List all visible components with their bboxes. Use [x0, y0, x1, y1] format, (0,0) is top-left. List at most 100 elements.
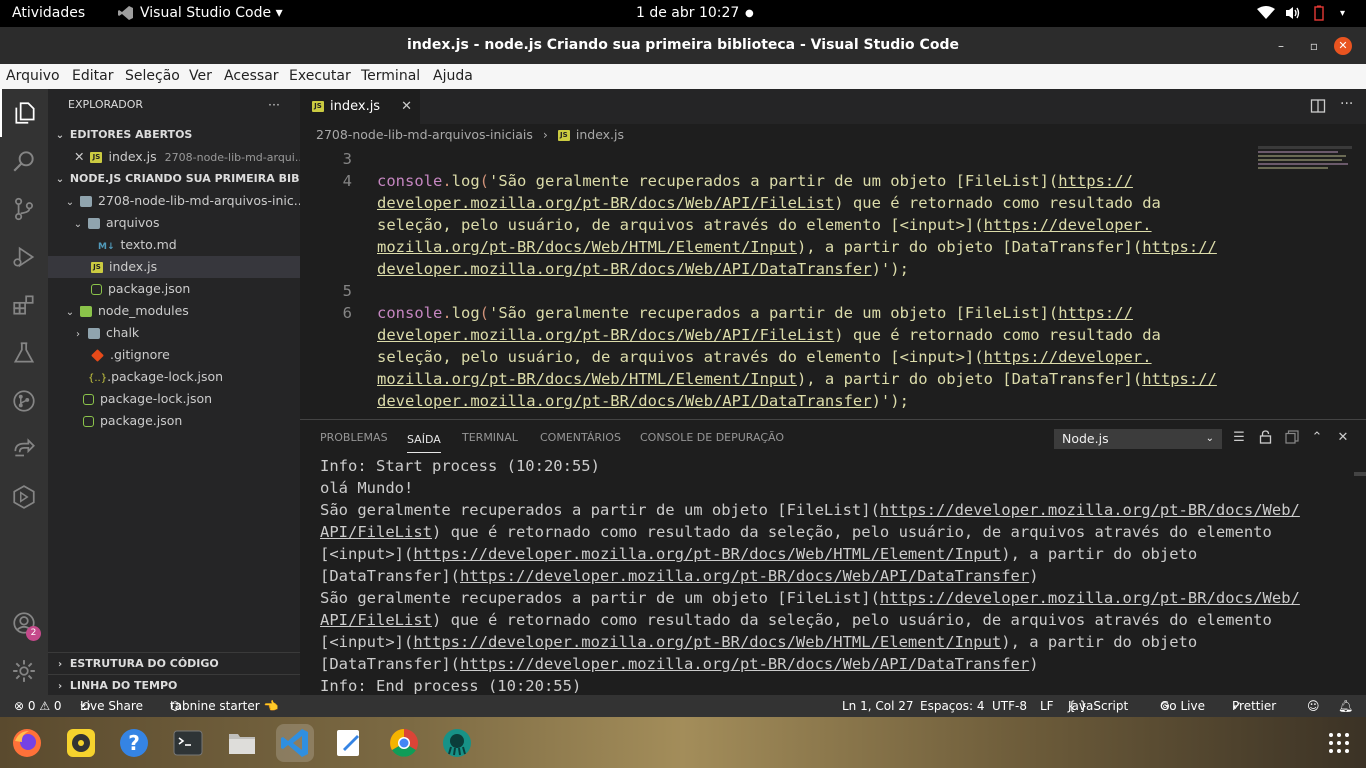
extensions-icon[interactable]: [0, 281, 48, 329]
menu-executar[interactable]: Executar: [289, 64, 351, 89]
feedback-icon[interactable]: ☺: [1307, 695, 1320, 717]
rhythmbox-icon[interactable]: [62, 724, 100, 762]
settings-gear-icon[interactable]: [0, 647, 48, 695]
firefox-icon[interactable]: [8, 724, 46, 762]
menu-arquivo[interactable]: Arquivo: [6, 64, 60, 89]
menu-ver[interactable]: Ver: [189, 64, 212, 89]
app-grid-icon[interactable]: [1320, 724, 1358, 762]
tree-item[interactable]: ⌄ node_modules: [48, 300, 300, 322]
explorer-icon[interactable]: [0, 89, 48, 137]
tree-item[interactable]: .gitignore: [48, 344, 300, 366]
activities-button[interactable]: Atividades: [12, 0, 85, 27]
live-share-icon[interactable]: [0, 425, 48, 473]
encoding-status[interactable]: UTF-8: [992, 695, 1027, 717]
clear-output-icon[interactable]: ☰: [1231, 430, 1247, 446]
output-channel-select[interactable]: Node.js ⌄: [1054, 429, 1222, 449]
tree-item[interactable]: ⌄ 2708-node-lib-md-arquivos-inic...: [48, 190, 300, 212]
tree-item[interactable]: package.json: [48, 410, 300, 432]
run-debug-icon[interactable]: [0, 233, 48, 281]
line-number: 3: [342, 150, 352, 168]
open-editors-section[interactable]: ⌄ EDITORES ABERTOS: [48, 124, 300, 146]
close-tab-icon[interactable]: ✕: [401, 89, 412, 124]
tab-debug-console[interactable]: CONSOLE DE DEPURAÇÃO: [640, 420, 784, 456]
code-text: developer.mozilla.org/pt-BR/docs/Web/API…: [377, 326, 1161, 344]
timeline-section[interactable]: › LINHA DO TEMPO: [48, 674, 300, 696]
tab-problems[interactable]: PROBLEMAS: [320, 420, 388, 456]
eol-status[interactable]: LF: [1040, 695, 1054, 717]
search-icon[interactable]: [0, 137, 48, 185]
cursor-position[interactable]: Ln 1, Col 27: [842, 695, 914, 717]
tab-terminal[interactable]: TERMINAL: [462, 420, 518, 456]
editor-more-icon[interactable]: ···: [1340, 96, 1353, 112]
minimap[interactable]: [1258, 146, 1353, 176]
tree-item[interactable]: {..}.package-lock.json: [48, 366, 300, 388]
project-section[interactable]: ⌄ NODE.JS CRIANDO SUA PRIMEIRA BIBLIO...: [48, 168, 300, 190]
open-in-editor-icon[interactable]: [1284, 430, 1300, 446]
volume-icon[interactable]: [1285, 0, 1301, 27]
chrome-icon[interactable]: [385, 724, 423, 762]
chevron-down-icon: ⌄: [1205, 433, 1214, 444]
tree-item[interactable]: M↓ texto.md: [48, 234, 300, 256]
open-editor-item[interactable]: ✕ JS index.js 2708-node-lib-md-arqui...: [48, 146, 300, 168]
source-control-icon[interactable]: [0, 185, 48, 233]
panel-scrollbar[interactable]: [1354, 472, 1366, 476]
tab-index-js[interactable]: JS index.js ✕: [300, 89, 420, 124]
files-icon[interactable]: [223, 724, 261, 762]
remote-explorer-icon[interactable]: [0, 473, 48, 521]
split-editor-icon[interactable]: [1310, 98, 1326, 118]
notifications-bell-icon[interactable]: 🔔︎: [1338, 695, 1353, 717]
system-menu-chevron-icon[interactable]: ▾: [1340, 0, 1345, 27]
notification-dot: ●: [745, 8, 754, 19]
app-menu-button[interactable]: Visual Studio Code ▾: [140, 0, 283, 27]
output-channel-value: Node.js: [1062, 431, 1109, 446]
menu-acessar[interactable]: Acessar: [224, 64, 279, 89]
menu-editar[interactable]: Editar: [72, 64, 113, 89]
taskbar-dock: ?: [0, 717, 1366, 768]
tree-item-selected[interactable]: JS index.js: [48, 256, 300, 278]
breadcrumb-folder[interactable]: 2708-node-lib-md-arquivos-iniciais: [316, 127, 533, 142]
tab-output[interactable]: SAÍDA: [407, 422, 441, 453]
menu-selecao[interactable]: Seleção: [125, 64, 180, 89]
editor-scrollbar[interactable]: [1352, 146, 1366, 419]
outline-section[interactable]: › ESTRUTURA DO CÓDIGO: [48, 652, 300, 674]
tree-item[interactable]: › chalk: [48, 322, 300, 344]
close-window-button[interactable]: ✕: [1334, 37, 1352, 55]
lock-scroll-icon[interactable]: [1257, 430, 1273, 446]
tab-label: index.js: [330, 99, 381, 114]
menu-ajuda[interactable]: Ajuda: [433, 64, 473, 89]
accounts-badge: 2: [26, 626, 41, 641]
text-editor-icon[interactable]: [330, 724, 368, 762]
problems-status[interactable]: ⊗ 0 ⚠ 0: [14, 695, 62, 717]
clock[interactable]: 1 de abr 10:27: [636, 0, 739, 27]
chevron-down-icon: ⌄: [55, 130, 65, 141]
accounts-icon[interactable]: 2: [0, 599, 48, 647]
menu-terminal[interactable]: Terminal: [361, 64, 420, 89]
help-icon[interactable]: ?: [115, 724, 153, 762]
breadcrumb-file[interactable]: index.js: [576, 127, 624, 142]
close-panel-icon[interactable]: ✕: [1335, 430, 1351, 446]
maximize-panel-icon[interactable]: ⌃: [1309, 430, 1325, 446]
minimize-button[interactable]: –: [1272, 37, 1290, 55]
nodejs-file-icon: [83, 416, 94, 427]
more-actions-icon[interactable]: ···: [268, 94, 280, 116]
app-menu-label: Visual Studio Code: [140, 5, 272, 21]
js-file-icon: JS: [90, 152, 103, 163]
close-editor-icon[interactable]: ✕: [74, 149, 84, 164]
tree-item[interactable]: ⌄ arquivos: [48, 212, 300, 234]
tree-item[interactable]: package.json: [48, 278, 300, 300]
code-text: mozilla.org/pt-BR/docs/Web/HTML/Element/…: [377, 370, 1217, 388]
tab-comments[interactable]: COMENTÁRIOS: [540, 420, 621, 456]
battery-icon[interactable]: [1314, 0, 1324, 27]
window-title-bar: index.js - node.js Criando sua primeira …: [0, 27, 1366, 64]
editor-area: JS index.js ✕ ··· 2708-node-lib-md-arquiv…: [300, 89, 1366, 419]
maximize-button[interactable]: ▫: [1305, 37, 1323, 55]
gitkraken-icon[interactable]: [438, 724, 476, 762]
git-graph-icon[interactable]: [0, 377, 48, 425]
code-text: seleção, pelo usuário, de arquivos atrav…: [377, 216, 1152, 234]
tree-item[interactable]: package-lock.json: [48, 388, 300, 410]
vscode-icon[interactable]: [276, 724, 314, 762]
wifi-icon[interactable]: [1257, 0, 1275, 27]
terminal-icon[interactable]: [169, 724, 207, 762]
indentation-status[interactable]: Espaços: 4: [920, 695, 985, 717]
testing-flask-icon[interactable]: [0, 329, 48, 377]
